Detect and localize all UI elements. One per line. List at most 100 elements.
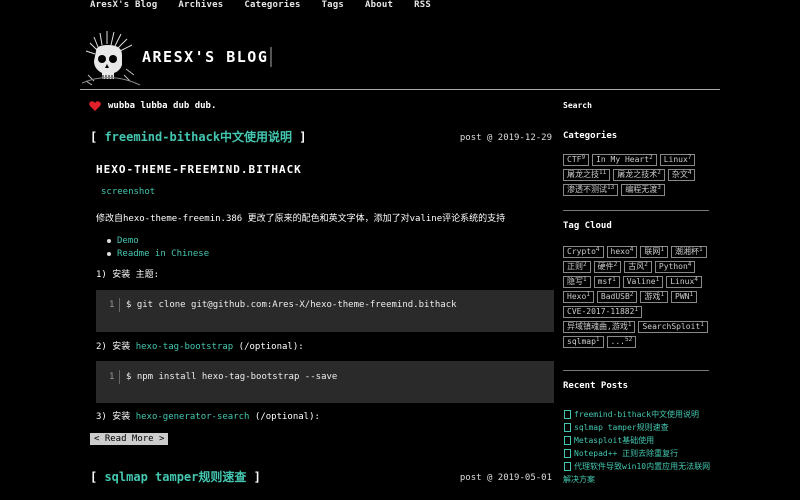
recent-post-link[interactable]: sqlmap tamper规则速查: [563, 421, 713, 434]
screenshot-link[interactable]: screenshot: [101, 187, 155, 197]
step-2-suffix: (/optional):: [238, 342, 304, 352]
cloud-tag-label: 联网: [644, 247, 661, 256]
cloud-tag[interactable]: Valine1: [622, 276, 664, 288]
cloud-tag-count: 1: [700, 321, 704, 328]
readme-chinese-link[interactable]: Readme in Chinese: [107, 248, 209, 261]
nav-rss-link[interactable]: RSS: [414, 0, 431, 12]
cloud-tag[interactable]: SearchSploit1: [638, 321, 708, 333]
category-tag[interactable]: 杂文4: [667, 169, 696, 181]
step-2-prefix: 2) 安装: [96, 342, 131, 352]
recent-post-link[interactable]: freemind-bithack中文使用说明: [563, 408, 713, 421]
recent-post-link[interactable]: 代理软件导致win10内置应用无法联网: [563, 460, 713, 473]
sidebar-divider: [563, 210, 709, 211]
nav-home-link[interactable]: AresX's Blog: [90, 0, 157, 12]
nav-archives-link[interactable]: Archives: [178, 0, 223, 12]
cloud-tag[interactable]: msf1: [593, 276, 620, 288]
category-tag[interactable]: 屠龙之技11: [563, 169, 611, 181]
post-meta: post @ 2019-12-29: [459, 133, 552, 143]
top-nav: AresX's Blog Archives Categories Tags Ab…: [90, 0, 431, 12]
post-title-link[interactable]: sqlmap tamper规则速查: [104, 470, 246, 484]
cloud-tag[interactable]: ...52: [606, 336, 637, 348]
cloud-tag-count: 4: [595, 246, 600, 253]
cloud-tag-count: 1: [689, 291, 694, 298]
cloud-tag[interactable]: 古风2: [624, 261, 652, 273]
post-title-link[interactable]: freemind-bithack中文使用说明: [104, 130, 292, 144]
step-2-text: 2) 安装 hexo-tag-bootstrap (/optional):: [96, 339, 304, 352]
category-tag-label: Linux: [663, 155, 688, 164]
recent-post-title[interactable]: sqlmap tamper规则速查: [574, 423, 669, 432]
category-tag-count: 13: [607, 184, 615, 191]
nav-tags-link[interactable]: Tags: [322, 0, 344, 12]
cloud-tag[interactable]: 正则2: [563, 261, 591, 273]
cloud-tag-count: 1: [586, 291, 590, 298]
cloud-tag-count: 1: [660, 246, 665, 253]
category-tag[interactable]: CTF9: [563, 154, 590, 166]
link-list: Demo Readme in Chinese: [107, 235, 209, 261]
category-tag-label: 杂文: [671, 170, 688, 179]
cloud-tag[interactable]: 硬件2: [593, 261, 622, 273]
cloud-tag-count: 1: [655, 276, 660, 283]
category-tag-count: 9: [581, 154, 586, 161]
cloud-tag-label: Crypto: [567, 247, 596, 256]
recent-post-title[interactable]: 解决方案: [563, 475, 595, 484]
recent-post-title[interactable]: freemind-bithack中文使用说明: [574, 410, 699, 419]
read-more-button[interactable]: < Read More >: [90, 433, 169, 445]
cloud-tag[interactable]: PWN1: [671, 291, 698, 303]
demo-link[interactable]: Demo: [107, 235, 209, 248]
cloud-tag-label: 隐写: [567, 277, 583, 286]
cloud-tag[interactable]: 潮湘杯1: [671, 246, 707, 258]
hexo-tag-bootstrap-link[interactable]: hexo-tag-bootstrap: [136, 342, 234, 352]
recent-post-link[interactable]: Metasploit基础使用: [563, 434, 713, 447]
category-tag[interactable]: 渗透不测试13: [563, 184, 619, 196]
cloud-tag-count: 4: [694, 276, 698, 283]
category-list: CTF9 In My Heart2 Linux7 屠龙之技11 屠龙之技术2 杂文4 渗透不…: [563, 154, 711, 196]
recent-post-title[interactable]: 代理软件导致win10内置应用无法联网: [574, 462, 710, 471]
nav-categories-link[interactable]: Categories: [244, 0, 300, 12]
cloud-tag[interactable]: Python4: [654, 261, 696, 273]
cloud-tag[interactable]: 游戏1: [640, 291, 669, 303]
step-3-prefix: 3) 安装: [96, 412, 131, 422]
category-tag[interactable]: Linux7: [659, 154, 696, 166]
recent-post-link-continued[interactable]: 解决方案: [563, 473, 713, 486]
cloud-tag[interactable]: 异域镇魂曲,游戏1: [563, 321, 636, 333]
cloud-tag[interactable]: sqlmap1: [563, 336, 604, 348]
cloud-tag-label: 游戏: [644, 292, 661, 301]
skull-logo-icon[interactable]: [80, 31, 142, 87]
category-tag-label: 屠龙之技术: [617, 170, 658, 179]
cloud-tag[interactable]: hexo4: [606, 246, 638, 258]
gutter-divider: [119, 298, 120, 312]
gutter-divider: [119, 370, 120, 384]
cloud-tag-label: 硬件: [597, 262, 614, 271]
category-tag[interactable]: In My Heart2: [592, 154, 657, 166]
cloud-tag-label: Hexo: [567, 292, 587, 301]
category-tag-count: 7: [687, 154, 692, 161]
document-icon: [564, 423, 571, 432]
hexo-generator-search-link[interactable]: hexo-generator-search: [136, 412, 250, 422]
category-tag-label: 编程无渡: [625, 185, 658, 194]
cloud-tag[interactable]: Crypto4: [563, 246, 604, 258]
cloud-tag[interactable]: Linux4: [666, 276, 702, 288]
cloud-tag-count: 1: [583, 276, 587, 283]
code-block-1: 1 $ git clone git@github.com:Ares-X/hexo…: [96, 290, 554, 332]
heart-icon: [89, 101, 101, 111]
cloud-tag-label: BadUSB: [600, 292, 630, 301]
recent-post-link[interactable]: Notepad++ 正则去除重复行: [563, 447, 713, 460]
cloud-tag-label: Linux: [670, 277, 695, 286]
search-heading: Search: [563, 101, 592, 110]
cloud-tag[interactable]: CVE-2017-118821: [563, 306, 643, 318]
site-title[interactable]: ARESX'S BLOG: [142, 48, 268, 66]
cloud-tag-label: 古风: [628, 262, 645, 271]
cloud-tag[interactable]: Hexo1: [563, 291, 594, 303]
cloud-tag[interactable]: 联网1: [640, 246, 669, 258]
cloud-tag[interactable]: 隐写1: [563, 276, 591, 288]
category-tag[interactable]: 屠龙之技术2: [613, 169, 665, 181]
cloud-tag-count: 2: [613, 261, 618, 268]
post-heading: HEXO-THEME-FREEMIND.BITHACK: [96, 163, 302, 176]
category-tag-count: 11: [599, 169, 607, 176]
recent-post-title[interactable]: Metasploit基础使用: [574, 436, 654, 445]
recent-post-title[interactable]: Notepad++ 正则去除重复行: [574, 449, 678, 458]
post-description: 修改自hexo-theme-freemin.386 更改了原来的配色和英文字体，…: [96, 214, 506, 224]
nav-about-link[interactable]: About: [365, 0, 393, 12]
category-tag[interactable]: 编程无渡3: [621, 184, 665, 196]
cloud-tag[interactable]: BadUSB2: [596, 291, 638, 303]
